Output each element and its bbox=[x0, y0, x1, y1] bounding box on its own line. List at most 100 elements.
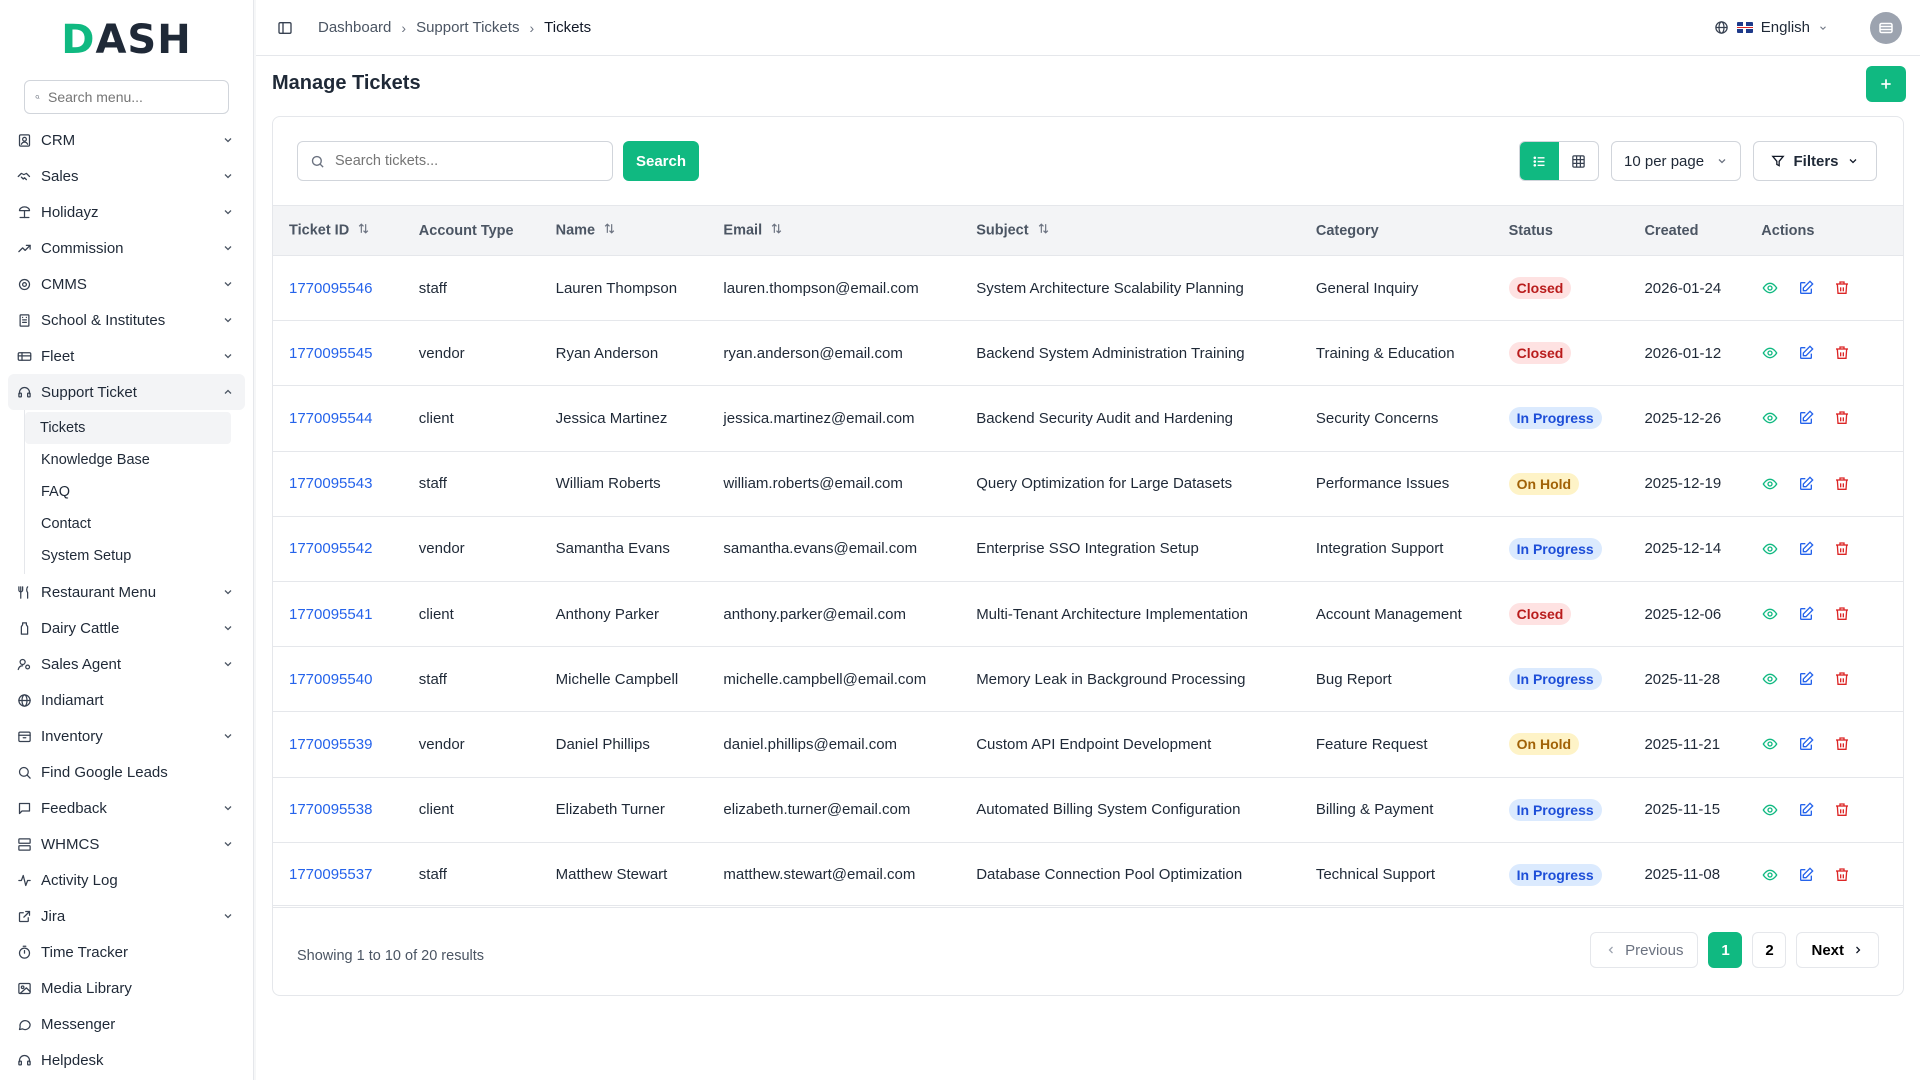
breadcrumb-dashboard[interactable]: Dashboard bbox=[318, 19, 391, 36]
view-icon[interactable] bbox=[1761, 605, 1779, 623]
view-icon[interactable] bbox=[1761, 801, 1779, 819]
view-icon[interactable] bbox=[1761, 409, 1779, 427]
ticket-id-link[interactable]: 1770095544 bbox=[289, 410, 372, 427]
delete-icon[interactable] bbox=[1833, 866, 1851, 884]
delete-icon[interactable] bbox=[1833, 540, 1851, 558]
avatar[interactable] bbox=[1870, 11, 1902, 44]
edit-icon[interactable] bbox=[1797, 475, 1815, 493]
grid-view-icon[interactable] bbox=[1559, 142, 1598, 180]
delete-icon[interactable] bbox=[1833, 605, 1851, 623]
delete-icon[interactable] bbox=[1833, 735, 1851, 753]
cell-ticket-id: 1770095541 bbox=[273, 581, 403, 646]
sort-icon[interactable] bbox=[357, 222, 370, 239]
edit-icon[interactable] bbox=[1797, 409, 1815, 427]
delete-icon[interactable] bbox=[1833, 344, 1851, 362]
ticket-id-link[interactable]: 1770095538 bbox=[289, 801, 372, 818]
sidebar-item-dairy-cattle[interactable]: Dairy Cattle bbox=[0, 610, 253, 646]
breadcrumb-support-tickets[interactable]: Support Tickets bbox=[416, 19, 519, 36]
ticket-id-link[interactable]: 1770095541 bbox=[289, 606, 372, 623]
sidebar-item-messenger[interactable]: Messenger bbox=[0, 1006, 253, 1042]
submenu-item-knowledge-base[interactable]: Knowledge Base bbox=[25, 444, 253, 476]
language-selector[interactable]: English bbox=[1714, 19, 1828, 36]
chevron-left-icon bbox=[1608, 946, 1614, 954]
column-header-subject[interactable]: Subject bbox=[960, 205, 1300, 256]
sidebar-item-holidayz[interactable]: Holidayz bbox=[0, 194, 253, 230]
column-header-email[interactable]: Email bbox=[707, 205, 961, 256]
search-button[interactable]: Search bbox=[623, 141, 699, 181]
ticket-id-link[interactable]: 1770095537 bbox=[289, 866, 372, 883]
ticket-id-link[interactable]: 1770095539 bbox=[289, 736, 372, 753]
previous-page-button[interactable]: Previous bbox=[1590, 932, 1699, 968]
cell-created: 2025-12-06 bbox=[1644, 605, 1722, 623]
delete-icon[interactable] bbox=[1833, 279, 1851, 297]
sidebar-item-inventory[interactable]: Inventory bbox=[0, 718, 253, 754]
page-title: Manage Tickets bbox=[272, 72, 421, 94]
edit-icon[interactable] bbox=[1797, 344, 1815, 362]
view-icon[interactable] bbox=[1761, 475, 1779, 493]
edit-icon[interactable] bbox=[1797, 670, 1815, 688]
delete-icon[interactable] bbox=[1833, 409, 1851, 427]
sidebar-item-sales[interactable]: Sales bbox=[0, 158, 253, 194]
sidebar-item-find-google-leads[interactable]: Find Google Leads bbox=[0, 754, 253, 790]
ticket-id-link[interactable]: 1770095545 bbox=[289, 345, 372, 362]
timer-icon bbox=[16, 944, 32, 960]
sort-icon[interactable] bbox=[1037, 222, 1050, 239]
view-icon[interactable] bbox=[1761, 540, 1779, 558]
ticket-id-link[interactable]: 1770095540 bbox=[289, 671, 372, 688]
edit-icon[interactable] bbox=[1797, 735, 1815, 753]
delete-icon[interactable] bbox=[1833, 475, 1851, 493]
per-page-select[interactable]: 10 per page bbox=[1611, 141, 1741, 181]
submenu-item-contact[interactable]: Contact bbox=[25, 508, 253, 540]
view-icon[interactable] bbox=[1761, 344, 1779, 362]
view-icon[interactable] bbox=[1761, 866, 1779, 884]
edit-icon[interactable] bbox=[1797, 605, 1815, 623]
filters-button[interactable]: Filters bbox=[1753, 141, 1877, 181]
sidebar-item-crm[interactable]: CRM bbox=[0, 122, 253, 158]
submenu-item-faq[interactable]: FAQ bbox=[25, 476, 253, 508]
ticket-id-link[interactable]: 1770095542 bbox=[289, 540, 372, 557]
sidebar-item-feedback[interactable]: Feedback bbox=[0, 790, 253, 826]
submenu-item-tickets[interactable]: Tickets bbox=[25, 412, 231, 444]
sidebar-item-fleet[interactable]: Fleet bbox=[0, 338, 253, 374]
view-icon[interactable] bbox=[1761, 279, 1779, 297]
add-ticket-button[interactable] bbox=[1866, 66, 1906, 102]
sidebar-item-time-tracker[interactable]: Time Tracker bbox=[0, 934, 253, 970]
sidebar-item-school-and-institutes[interactable]: School & Institutes bbox=[0, 302, 253, 338]
view-icon[interactable] bbox=[1761, 735, 1779, 753]
sidebar-item-cmms[interactable]: CMMS bbox=[0, 266, 253, 302]
ticket-search[interactable] bbox=[297, 141, 613, 181]
sidebar-item-restaurant-menu[interactable]: Restaurant Menu bbox=[0, 574, 253, 610]
sidebar-item-media-library[interactable]: Media Library bbox=[0, 970, 253, 1006]
next-page-button[interactable]: Next bbox=[1796, 932, 1879, 968]
menu-search-input[interactable] bbox=[48, 89, 218, 105]
delete-icon[interactable] bbox=[1833, 670, 1851, 688]
ticket-search-input[interactable] bbox=[335, 153, 595, 169]
ticket-id-link[interactable]: 1770095543 bbox=[289, 475, 372, 492]
sidebar-toggle-icon[interactable] bbox=[274, 17, 296, 39]
menu-search[interactable] bbox=[24, 80, 229, 114]
ticket-id-link[interactable]: 1770095546 bbox=[289, 280, 372, 297]
sort-icon[interactable] bbox=[770, 222, 783, 239]
sidebar-item-commission[interactable]: Commission bbox=[0, 230, 253, 266]
list-view-icon[interactable] bbox=[1520, 142, 1559, 180]
sidebar-item-activity-log[interactable]: Activity Log bbox=[0, 862, 253, 898]
column-header-ticket-id[interactable]: Ticket ID bbox=[273, 205, 403, 256]
delete-icon[interactable] bbox=[1833, 801, 1851, 819]
sidebar-item-whmcs[interactable]: WHMCS bbox=[0, 826, 253, 862]
cell-status: On Hold bbox=[1493, 712, 1629, 777]
sidebar-item-helpdesk[interactable]: Helpdesk bbox=[0, 1042, 253, 1078]
edit-icon[interactable] bbox=[1797, 801, 1815, 819]
column-header-name[interactable]: Name bbox=[539, 205, 708, 256]
view-icon[interactable] bbox=[1761, 670, 1779, 688]
sidebar-item-sales-agent[interactable]: Sales Agent bbox=[0, 646, 253, 682]
page-2-button[interactable]: 2 bbox=[1752, 932, 1787, 968]
edit-icon[interactable] bbox=[1797, 540, 1815, 558]
submenu-item-system-setup[interactable]: System Setup bbox=[25, 540, 253, 572]
sidebar-item-jira[interactable]: Jira bbox=[0, 898, 253, 934]
sort-icon[interactable] bbox=[603, 222, 616, 239]
sidebar-item-indiamart[interactable]: Indiamart bbox=[0, 682, 253, 718]
sidebar-item-support-ticket[interactable]: Support Ticket bbox=[8, 374, 245, 410]
page-1-button[interactable]: 1 bbox=[1708, 932, 1743, 968]
edit-icon[interactable] bbox=[1797, 866, 1815, 884]
edit-icon[interactable] bbox=[1797, 279, 1815, 297]
